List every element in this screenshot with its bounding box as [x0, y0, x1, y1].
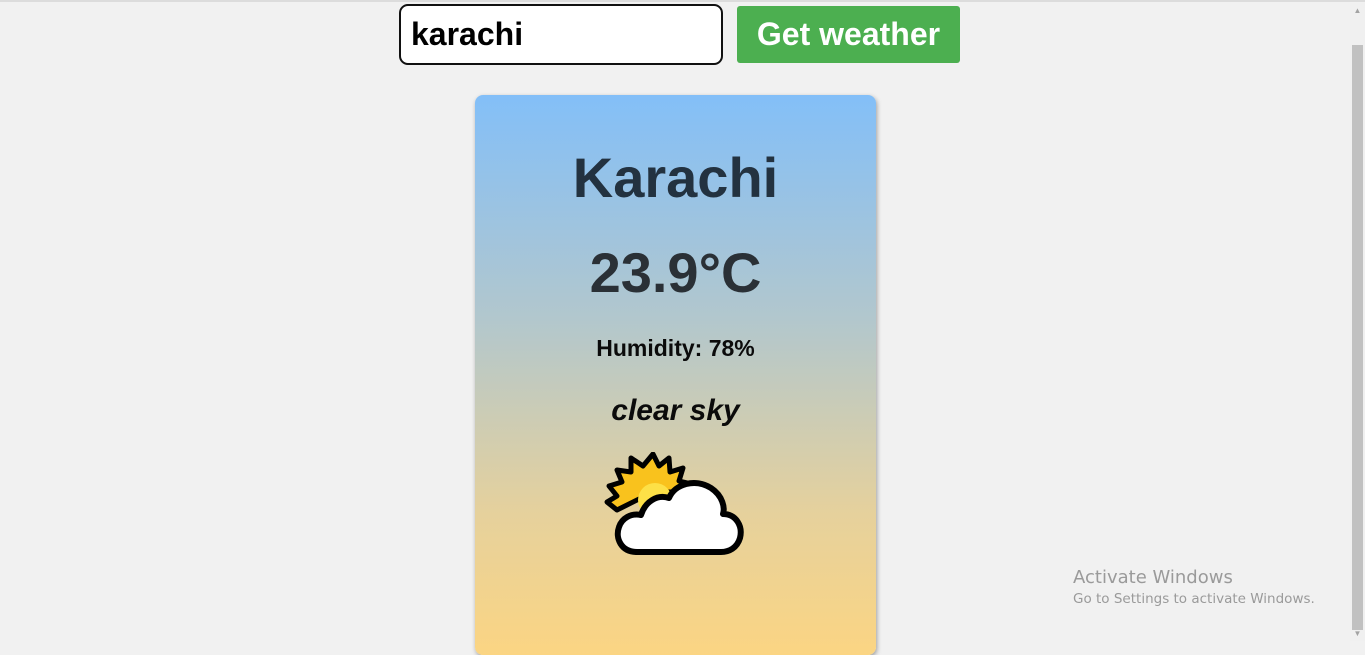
scroll-thumb[interactable]	[1352, 45, 1363, 630]
city-name: Karachi	[572, 146, 779, 209]
humidity-value: Humidity: 78%	[596, 335, 755, 361]
city-search-input[interactable]	[399, 4, 723, 65]
activate-windows-subtitle: Go to Settings to activate Windows.	[1073, 591, 1315, 607]
get-weather-button[interactable]: Get weather	[737, 6, 960, 63]
temperature-value: 23.9°C	[589, 241, 762, 304]
scroll-down-arrow-icon[interactable]: ▼	[1350, 626, 1365, 641]
window-top-border	[0, 0, 1365, 2]
sun-behind-cloud-icon	[604, 452, 744, 555]
activate-windows-watermark: Activate Windows Go to Settings to activ…	[1073, 567, 1315, 609]
weather-description: clear sky	[611, 394, 740, 427]
vertical-scrollbar[interactable]: ▲ ▼	[1350, 3, 1365, 641]
scroll-up-arrow-icon[interactable]: ▲	[1350, 3, 1365, 18]
activate-windows-title: Activate Windows	[1073, 567, 1233, 588]
